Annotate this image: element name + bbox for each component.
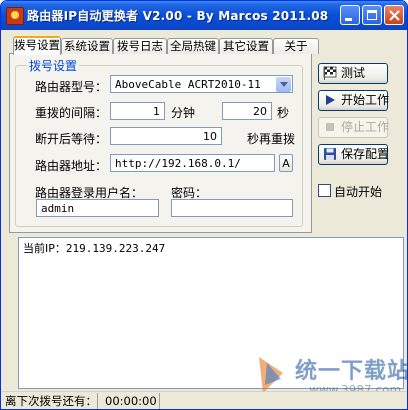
chevron-down-icon[interactable] <box>276 77 291 92</box>
autostart-checkbox[interactable] <box>318 184 331 197</box>
maximize-button[interactable] <box>362 5 382 25</box>
stop-work-label: 停止工作 <box>341 120 390 134</box>
tab-system-settings[interactable]: 系统设置 <box>61 38 113 54</box>
router-address-label: 路由器地址： <box>35 159 108 173</box>
tab-global-hotkeys[interactable]: 全局热键 <box>167 38 219 54</box>
tab-dial-log[interactable]: 拨号日志 <box>113 38 167 54</box>
group-title: 拨号设置 <box>27 57 80 74</box>
start-work-button[interactable]: 开始工作 <box>318 90 390 111</box>
password-input[interactable] <box>171 199 293 217</box>
status-bar: 离下次拨号还有： 00:00:00 <box>1 391 407 409</box>
app-icon <box>6 7 24 25</box>
window-title: 路由器IP自动更换者 V2.00 - By Marcos 2011.08 <box>27 9 329 23</box>
stop-icon <box>326 123 334 131</box>
watermark-text: 统一下载站 <box>295 359 408 384</box>
test-label: 测试 <box>341 66 366 80</box>
status-divider <box>159 393 160 409</box>
wait-unit-label: 秒再重拨 <box>247 132 296 146</box>
current-ip-value: 219.139.223.247 <box>65 242 166 255</box>
racing-flag-icon <box>323 66 337 80</box>
main-window: 路由器IP自动更换者 V2.00 - By Marcos 2011.08 拨号设… <box>0 0 408 410</box>
close-icon <box>389 10 400 21</box>
test-button[interactable]: 测试 <box>318 63 388 84</box>
address-autofill-button[interactable]: A <box>279 154 293 172</box>
save-config-button[interactable]: 保存配置 <box>318 144 390 165</box>
close-button[interactable] <box>384 5 404 25</box>
minimize-button[interactable] <box>340 5 360 25</box>
redial-seconds-input[interactable]: 20 <box>222 102 272 120</box>
save-config-label: 保存配置 <box>341 147 390 161</box>
username-input[interactable]: admin <box>36 199 159 217</box>
seconds-unit-label: 秒 <box>277 106 290 120</box>
redial-interval-label: 重拨的间隔： <box>35 106 108 120</box>
play-icon <box>326 95 335 105</box>
router-address-input[interactable]: http://192.168.0.1/ <box>110 154 275 172</box>
start-work-label: 开始工作 <box>341 93 390 107</box>
autostart-label: 自动开始 <box>334 185 383 199</box>
tab-other-settings[interactable]: 其它设置 <box>219 38 273 54</box>
log-line: 当前IP：219.139.223.247 <box>23 240 165 256</box>
router-model-value: AboveCable ACRT2010-11 <box>115 78 261 91</box>
next-dial-label: 离下次拨号还有： <box>5 394 97 408</box>
redial-minutes-input[interactable]: 1 <box>110 102 165 120</box>
wait-seconds-input[interactable]: 10 <box>110 127 222 145</box>
router-model-label: 路由器型号： <box>35 80 108 94</box>
router-model-select[interactable]: AboveCable ACRT2010-11 <box>110 75 293 93</box>
current-ip-label: 当前IP： <box>23 242 66 255</box>
floppy-disk-icon <box>324 148 336 160</box>
title-bar[interactable]: 路由器IP自动更换者 V2.00 - By Marcos 2011.08 <box>1 1 407 30</box>
next-dial-time: 00:00:00 <box>105 394 157 408</box>
tab-dial-settings[interactable]: 拨号设置 <box>13 36 61 55</box>
stop-work-button[interactable]: 停止工作 <box>318 117 390 138</box>
wait-after-disconnect-label: 断开后等待： <box>35 132 108 146</box>
minutes-unit-label: 分钟 <box>171 106 196 120</box>
status-divider <box>97 393 98 409</box>
tab-about[interactable]: 关于 <box>273 38 319 54</box>
